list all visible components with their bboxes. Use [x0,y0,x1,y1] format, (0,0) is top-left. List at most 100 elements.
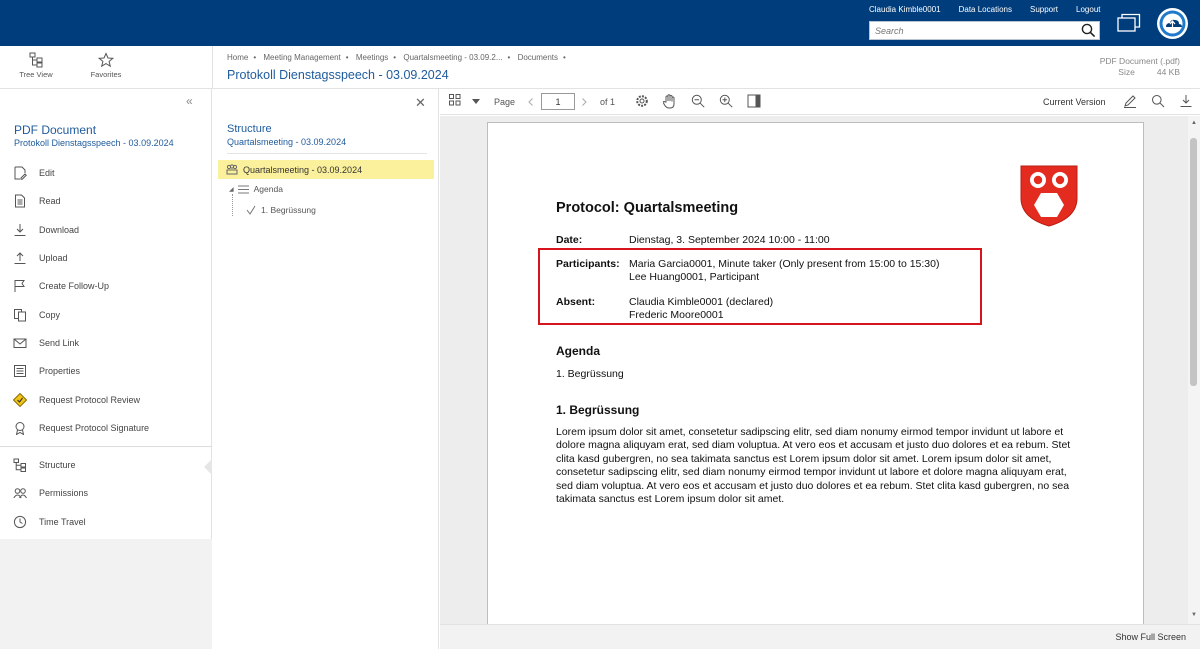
sidebar-item-properties[interactable]: Properties [0,357,212,385]
tree-node-agenda-item[interactable]: 1. Begrüssung [246,205,316,215]
sidebar-item-upload[interactable]: Upload [0,244,212,272]
favorites-label: Favorites [90,70,122,79]
zoom-out-icon[interactable] [691,94,705,108]
sidebar-item-time-travel[interactable]: Time Travel [0,508,212,536]
section-heading: 1. Begrüssung [556,403,640,417]
viewer-toolbar: Page 1 of 1 Current Version [440,89,1200,115]
show-full-screen-button[interactable]: Show Full Screen [1115,632,1186,642]
participants-label: Participants: [556,258,620,270]
sidebar: « PDF Document Protokoll Dienstagsspeech… [0,89,212,539]
pdf-page: Protocol: Quartalsmeeting Date: Dienstag… [487,122,1144,624]
sidebar-item-label: Upload [39,253,68,264]
tree-node-label: Quartalsmeeting - 03.09.2024 [243,164,363,175]
list-icon [237,185,249,193]
sidebar-item-label: Edit [39,168,55,179]
breadcrumb-meeting-management[interactable]: Meeting Management [263,53,340,62]
sidebar-item-permissions[interactable]: Permissions [0,479,212,507]
tree-view-icon [29,52,43,68]
fit-page-icon[interactable] [747,94,761,108]
cloud-logo-icon[interactable] [1157,8,1188,39]
coat-of-arms-logo [1020,165,1078,227]
search-box [869,21,1100,40]
participant-2: Lee Huang0001, Participant [629,271,760,283]
zoom-in-icon[interactable] [719,94,733,108]
thumbnails-icon[interactable] [449,94,461,108]
annotate-pen-icon[interactable] [1123,94,1137,108]
absent-1: Claudia Kimble0001 (declared) [629,296,774,308]
structure-title: Structure [227,123,272,135]
logout-link[interactable]: Logout [1076,5,1100,14]
tree-view-button[interactable]: Tree View [6,52,66,79]
document-meta: PDF Document (.pdf) Size 44 KB [1100,56,1180,78]
sidebar-item-request-protocol-signature[interactable]: Request Protocol Signature [0,414,212,442]
tree-node-agenda[interactable]: ◢ Agenda [229,184,283,194]
next-page-icon[interactable] [582,98,587,106]
panel-pointer [204,459,212,475]
viewer-search-icon[interactable] [1151,94,1165,108]
read-icon [15,194,25,208]
tree-node-meeting[interactable]: Quartalsmeeting - 03.09.2024 [218,160,434,179]
edit-icon [14,166,27,180]
pan-hand-icon[interactable] [663,94,677,109]
tree-connector [232,194,233,216]
favorites-button[interactable]: Favorites [76,52,136,79]
properties-icon [14,365,26,378]
mail-icon [13,338,27,348]
sidebar-item-send-link[interactable]: Send Link [0,329,212,357]
sidebar-item-download[interactable]: Download [0,216,212,244]
star-icon [98,52,114,68]
support-link[interactable]: Support [1030,5,1058,14]
review-icon [13,392,27,407]
breadcrumb-meetings[interactable]: Meetings [356,53,388,62]
sidebar-footer [0,539,212,649]
upload-icon [14,252,26,265]
windows-icon[interactable] [1117,13,1141,33]
breadcrumb-quartalsmeeting[interactable]: Quartalsmeeting - 03.09.2... [403,53,502,62]
sidebar-item-label: Time Travel [39,516,86,527]
body-text: Lorem ipsum dolor sit amet, consetetur s… [556,426,1071,506]
sidebar-item-structure[interactable]: Structure [0,451,212,479]
pdf-viewer[interactable]: Protocol: Quartalsmeeting Date: Dienstag… [440,116,1188,624]
sidebar-item-copy[interactable]: Copy [0,300,212,328]
page-title: Protokoll Dienstagsspeech - 03.09.2024 [227,68,449,82]
chevron-down-icon[interactable] [472,99,480,104]
collapse-sidebar-icon[interactable]: « [186,94,193,108]
search-input[interactable] [870,22,1075,39]
sub-header: Tree View Favorites Home • Meeting Manage… [0,46,1200,89]
absent-label: Absent: [556,296,596,308]
expand-icon[interactable]: ◢ [229,186,234,193]
sidebar-item-edit[interactable]: Edit [0,159,212,187]
scroll-up-icon[interactable]: ▲ [1191,120,1197,126]
sidebar-item-request-protocol-review[interactable]: Request Protocol Review [0,385,212,413]
settings-gear-icon[interactable] [635,94,649,108]
sidebar-item-label: Permissions [39,488,89,499]
participant-1: Maria Garcia0001, Minute taker (Only pre… [629,258,940,270]
sidebar-item-label: Download [39,224,80,235]
permissions-icon [13,488,27,499]
secondary-menu: Structure Permissions Time Travel [0,451,212,536]
pdf-title: Protocol: Quartalsmeeting [556,200,739,216]
scroll-down-icon[interactable]: ▼ [1191,612,1197,618]
signature-icon [15,421,25,435]
scroll-thumb[interactable] [1190,138,1197,386]
vertical-scrollbar[interactable]: ▲ ▼ [1188,116,1200,624]
user-name-link[interactable]: Claudia Kimble0001 [869,5,941,14]
search-icon[interactable] [1081,23,1096,38]
close-icon[interactable]: ✕ [415,95,426,111]
size-value: 44 KB [1156,67,1180,77]
page-number-input[interactable]: 1 [541,93,575,110]
size-label: Size [1118,67,1135,77]
previous-page-icon[interactable] [528,98,533,106]
action-menu: Edit Read Download Upload Create Follow-… [0,159,212,442]
sidebar-divider [0,446,212,447]
current-version-label[interactable]: Current Version [1043,97,1106,107]
sidebar-item-label: Read [39,196,61,207]
breadcrumb-documents[interactable]: Documents [518,53,558,62]
data-locations-link[interactable]: Data Locations [959,5,1012,14]
sidebar-item-read[interactable]: Read [0,187,212,215]
date-label: Date: [556,234,583,246]
sidebar-item-create-follow-up[interactable]: Create Follow-Up [0,272,212,300]
viewer-download-icon[interactable] [1179,94,1193,108]
tree-node-label: 1. Begrüssung [261,205,316,215]
breadcrumb-home[interactable]: Home [227,53,248,62]
